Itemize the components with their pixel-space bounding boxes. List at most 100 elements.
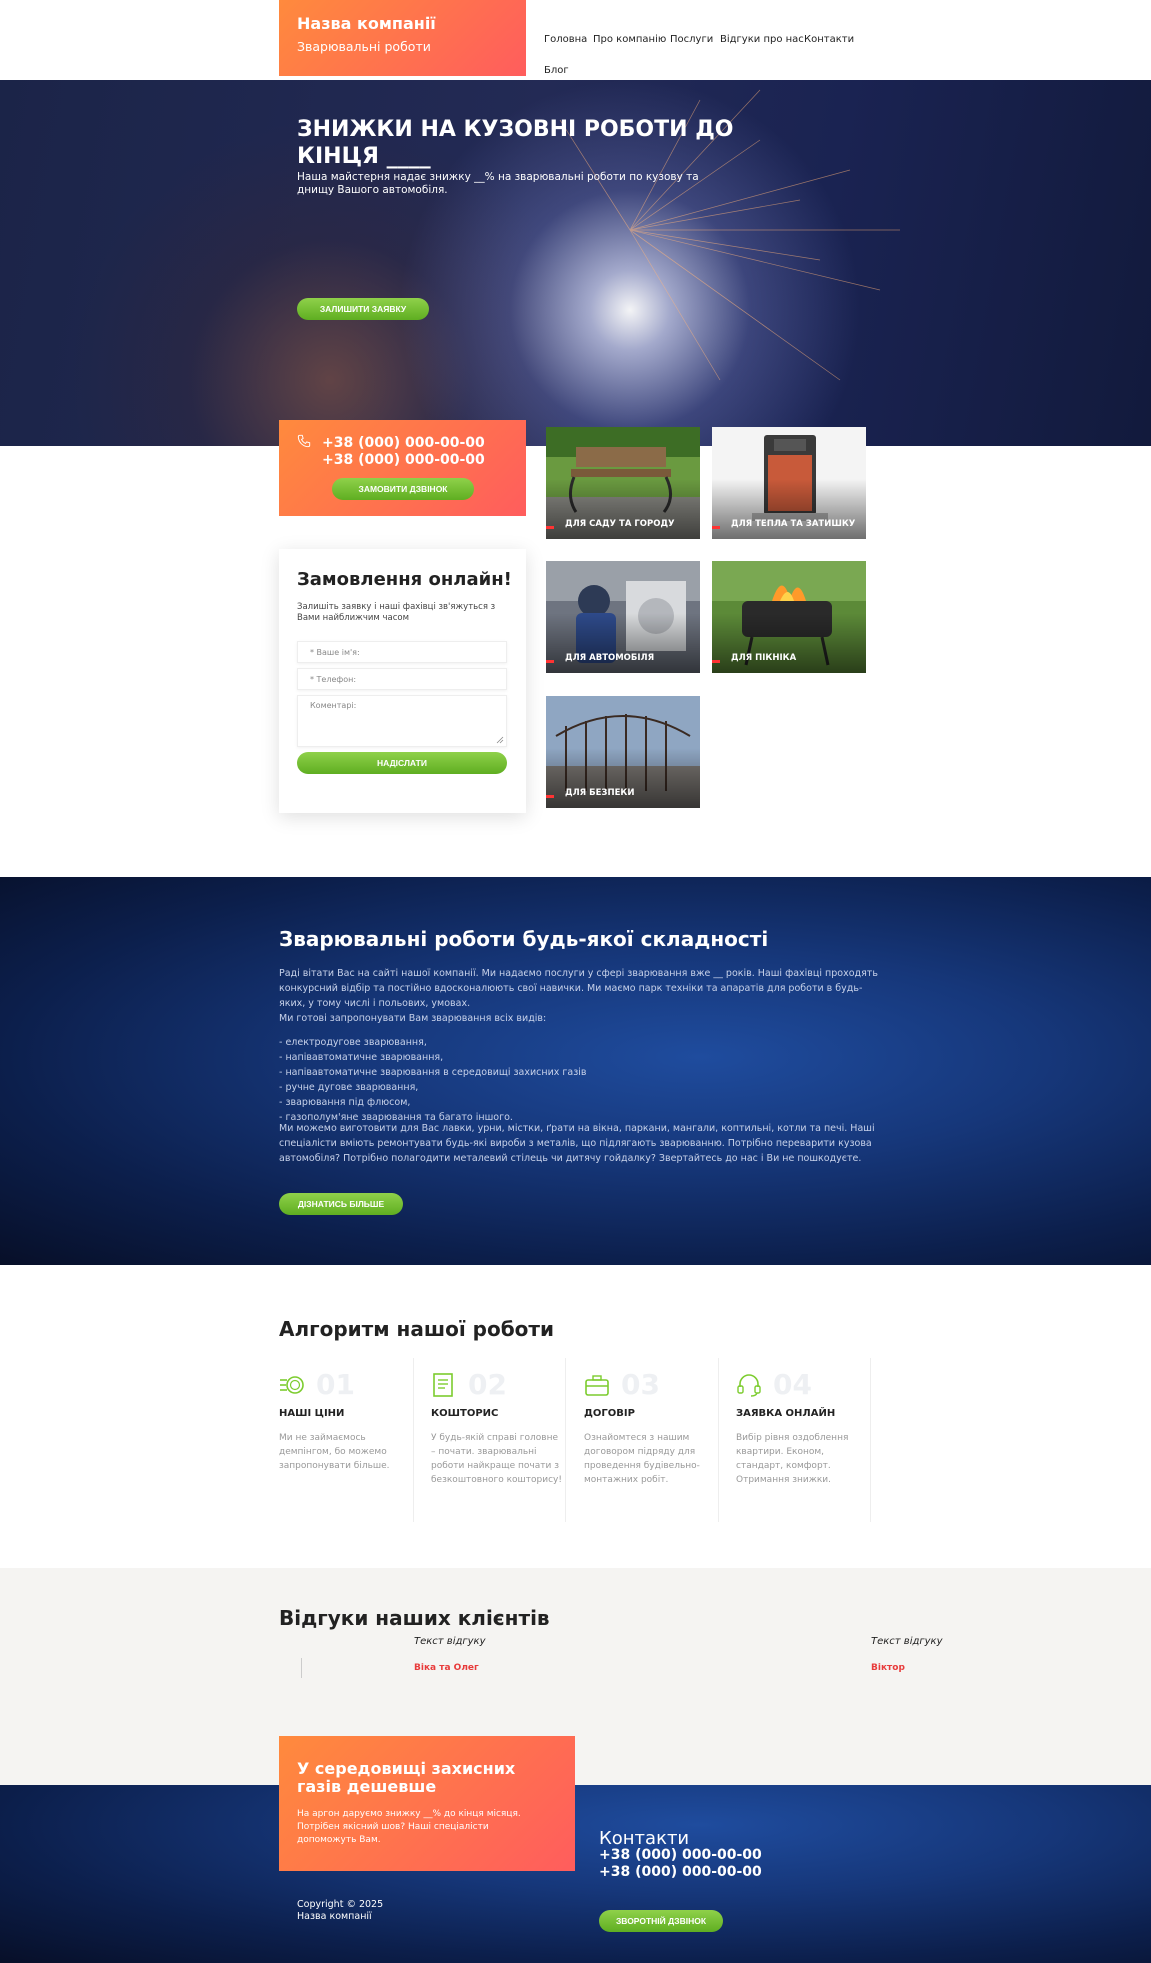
resize-handle-icon[interactable] xyxy=(496,736,504,744)
tile-shade xyxy=(546,613,700,673)
list-item: - зварювання під флюсом, xyxy=(279,1097,411,1108)
product-tile-car[interactable]: ДЛЯ АВТОМОБІЛЯ xyxy=(546,561,700,673)
tile-shade xyxy=(712,613,866,673)
promo-card: У середовищі захисних газів дешевше На а… xyxy=(279,1736,575,1871)
welding-types-list: - електродугове зварювання, - напівавтом… xyxy=(279,1035,879,1125)
comment-placeholder: Коментарі: xyxy=(310,701,357,710)
nav-reviews[interactable]: Відгуки про нас xyxy=(720,34,804,45)
review-text: Текст відгуку xyxy=(871,1636,943,1647)
algorithm-title: Алгоритм нашої роботи xyxy=(279,1317,555,1341)
about-paragraph-2: Ми готові запропонувати Вам зварювання в… xyxy=(279,1013,547,1024)
step-number: 03 xyxy=(621,1368,660,1401)
algorithm-step: 02 КОШТОРИС У будь-якій справі головне –… xyxy=(431,1358,581,1522)
briefcase-icon xyxy=(585,1375,609,1396)
site-footer xyxy=(0,1785,1151,1963)
step-number: 04 xyxy=(773,1368,812,1401)
product-tile-picnic[interactable]: ДЛЯ ПІКНІКА xyxy=(712,561,866,673)
leave-request-button[interactable]: ЗАЛИШИТИ ЗАЯВКУ xyxy=(297,298,429,320)
nav-blog[interactable]: Блог xyxy=(544,65,569,76)
step-divider xyxy=(565,1358,566,1522)
step-text: Ознайомтеся з нашим договором підряду дл… xyxy=(584,1433,700,1485)
reviews-title: Відгуки наших клієнтів xyxy=(279,1606,550,1630)
contacts-title: Контакти xyxy=(599,1828,690,1849)
step-number: 01 xyxy=(316,1368,355,1401)
nav-about[interactable]: Про компанію xyxy=(593,34,666,45)
hero-title: ЗНИЖКИ НА КУЗОВНІ РОБОТИ ДО КІНЦЯ ____ xyxy=(297,117,734,169)
product-label: ДЛЯ ТЕПЛА ТА ЗАТИШКУ xyxy=(731,519,856,529)
step-divider xyxy=(718,1358,719,1522)
phone-icon xyxy=(297,434,311,448)
nav-contacts[interactable]: Контакти xyxy=(804,34,854,45)
tile-accent-bar xyxy=(546,526,554,529)
step-text: Ми не займаємось демпінгом, бо можемо за… xyxy=(279,1433,390,1471)
tile-accent-bar xyxy=(546,795,554,798)
product-label: ДЛЯ ПІКНІКА xyxy=(731,653,797,663)
headset-icon xyxy=(737,1374,761,1397)
phone-number-2[interactable]: +38 (000) 000-00-00 xyxy=(322,452,485,468)
footer-company-name: Назва компанії xyxy=(297,1911,372,1922)
algorithm-step: 04 ЗАЯВКА ОНЛАЙН Вибір рівня оздоблення … xyxy=(736,1358,886,1522)
copyright: Copyright © 2025 Назва компанії xyxy=(297,1899,383,1923)
step-title: ЗАЯВКА ОНЛАЙН xyxy=(736,1408,836,1419)
brand-block[interactable]: Назва компанії Зварювальні роботи xyxy=(279,0,526,76)
submit-button[interactable]: НАДІСЛАТИ xyxy=(297,752,507,774)
document-icon xyxy=(433,1373,453,1397)
order-form-subtitle: Залишіть заявку і наші фахівці зв'яжутьс… xyxy=(297,602,496,623)
footer-phone-2[interactable]: +38 (000) 000-00-00 xyxy=(599,1864,762,1880)
coins-icon xyxy=(280,1376,304,1394)
company-tagline: Зварювальні роботи xyxy=(297,39,431,54)
tile-shade xyxy=(546,479,700,539)
nav-services[interactable]: Послуги xyxy=(670,34,713,45)
step-divider xyxy=(870,1358,871,1522)
order-form-title: Замовлення онлайн! xyxy=(297,569,512,590)
list-item: - напівавтоматичне зварювання, xyxy=(279,1052,444,1063)
nav-home[interactable]: Головна xyxy=(544,34,587,45)
order-call-button[interactable]: ЗАМОВИТИ ДЗВІНОК xyxy=(332,478,474,500)
list-item: - електродугове зварювання, xyxy=(279,1037,427,1048)
phone-number-1[interactable]: +38 (000) 000-00-00 xyxy=(322,435,485,451)
about-title: Зварювальні роботи будь-якої складності xyxy=(279,927,769,951)
about-paragraph-1: Раді вітати Вас на сайті нашої компанії.… xyxy=(279,968,878,1009)
comment-field[interactable]: Коментарі: xyxy=(297,695,507,747)
company-name: Назва компанії xyxy=(297,14,436,33)
promo-text: На аргон даруємо знижку __% до кінця міс… xyxy=(297,1809,521,1845)
step-title: КОШТОРИС xyxy=(431,1408,499,1419)
step-title: ДОГОВІР xyxy=(584,1408,635,1419)
product-label: ДЛЯ САДУ ТА ГОРОДУ xyxy=(565,519,675,529)
reviews-section: Відгуки наших клієнтів Текст відгуку Вік… xyxy=(0,1568,1151,1786)
hero-text: Наша майстерня надає знижку __% на зварю… xyxy=(297,171,699,196)
step-text: Вибір рівня оздоблення квартири. Економ,… xyxy=(736,1433,849,1485)
copyright-text: Copyright © 2025 xyxy=(297,1899,384,1910)
tile-accent-bar xyxy=(712,526,720,529)
review-text: Текст відгуку xyxy=(414,1636,486,1647)
list-item: - напівавтоматичне зварювання в середови… xyxy=(279,1067,587,1078)
about-paragraph-3: Ми можемо виготовити для Вас лавки, урни… xyxy=(279,1123,875,1164)
name-field[interactable]: * Ваше ім'я: xyxy=(297,641,507,663)
footer-phone-1[interactable]: +38 (000) 000-00-00 xyxy=(599,1847,762,1863)
step-text: У будь-якій справі головне – почати. зва… xyxy=(431,1433,562,1485)
algorithm-step: 01 НАШІ ЦІНИ Ми не займаємось демпінгом,… xyxy=(279,1358,429,1522)
product-tile-garden[interactable]: ДЛЯ САДУ ТА ГОРОДУ xyxy=(546,427,700,539)
product-label: ДЛЯ АВТОМОБІЛЯ xyxy=(565,653,655,663)
tile-accent-bar xyxy=(712,660,720,663)
order-form: Замовлення онлайн! Залишіть заявку і наш… xyxy=(279,549,526,813)
callback-button[interactable]: ЗВОРОТНІЙ ДЗВІНОК xyxy=(599,1910,723,1932)
tile-shade xyxy=(712,479,866,539)
quote-divider xyxy=(301,1658,302,1678)
phone-field[interactable]: * Телефон: xyxy=(297,668,507,690)
step-divider xyxy=(413,1358,414,1522)
phone-card: +38 (000) 000-00-00 +38 (000) 000-00-00 … xyxy=(279,420,526,516)
step-number: 02 xyxy=(468,1368,507,1401)
about-section: Зварювальні роботи будь-якої складності … xyxy=(0,877,1151,1265)
algorithm-step: 03 ДОГОВІР Ознайомтеся з нашим договором… xyxy=(584,1358,734,1522)
product-label: ДЛЯ БЕЗПЕКИ xyxy=(565,788,635,798)
learn-more-button[interactable]: ДІЗНАТИСЬ БІЛЬШЕ xyxy=(279,1193,403,1215)
tile-shade xyxy=(546,748,700,808)
product-tile-heat[interactable]: ДЛЯ ТЕПЛА ТА ЗАТИШКУ xyxy=(712,427,866,539)
product-tile-security[interactable]: ДЛЯ БЕЗПЕКИ xyxy=(546,696,700,808)
promo-title: У середовищі захисних газів дешевше xyxy=(297,1759,516,1796)
site-header: Назва компанії Зварювальні роботи Головн… xyxy=(0,0,1151,80)
list-item: - ручне дугове зварювання, xyxy=(279,1082,419,1093)
review-author: Віка та Олег xyxy=(414,1663,479,1673)
tile-accent-bar xyxy=(546,660,554,663)
